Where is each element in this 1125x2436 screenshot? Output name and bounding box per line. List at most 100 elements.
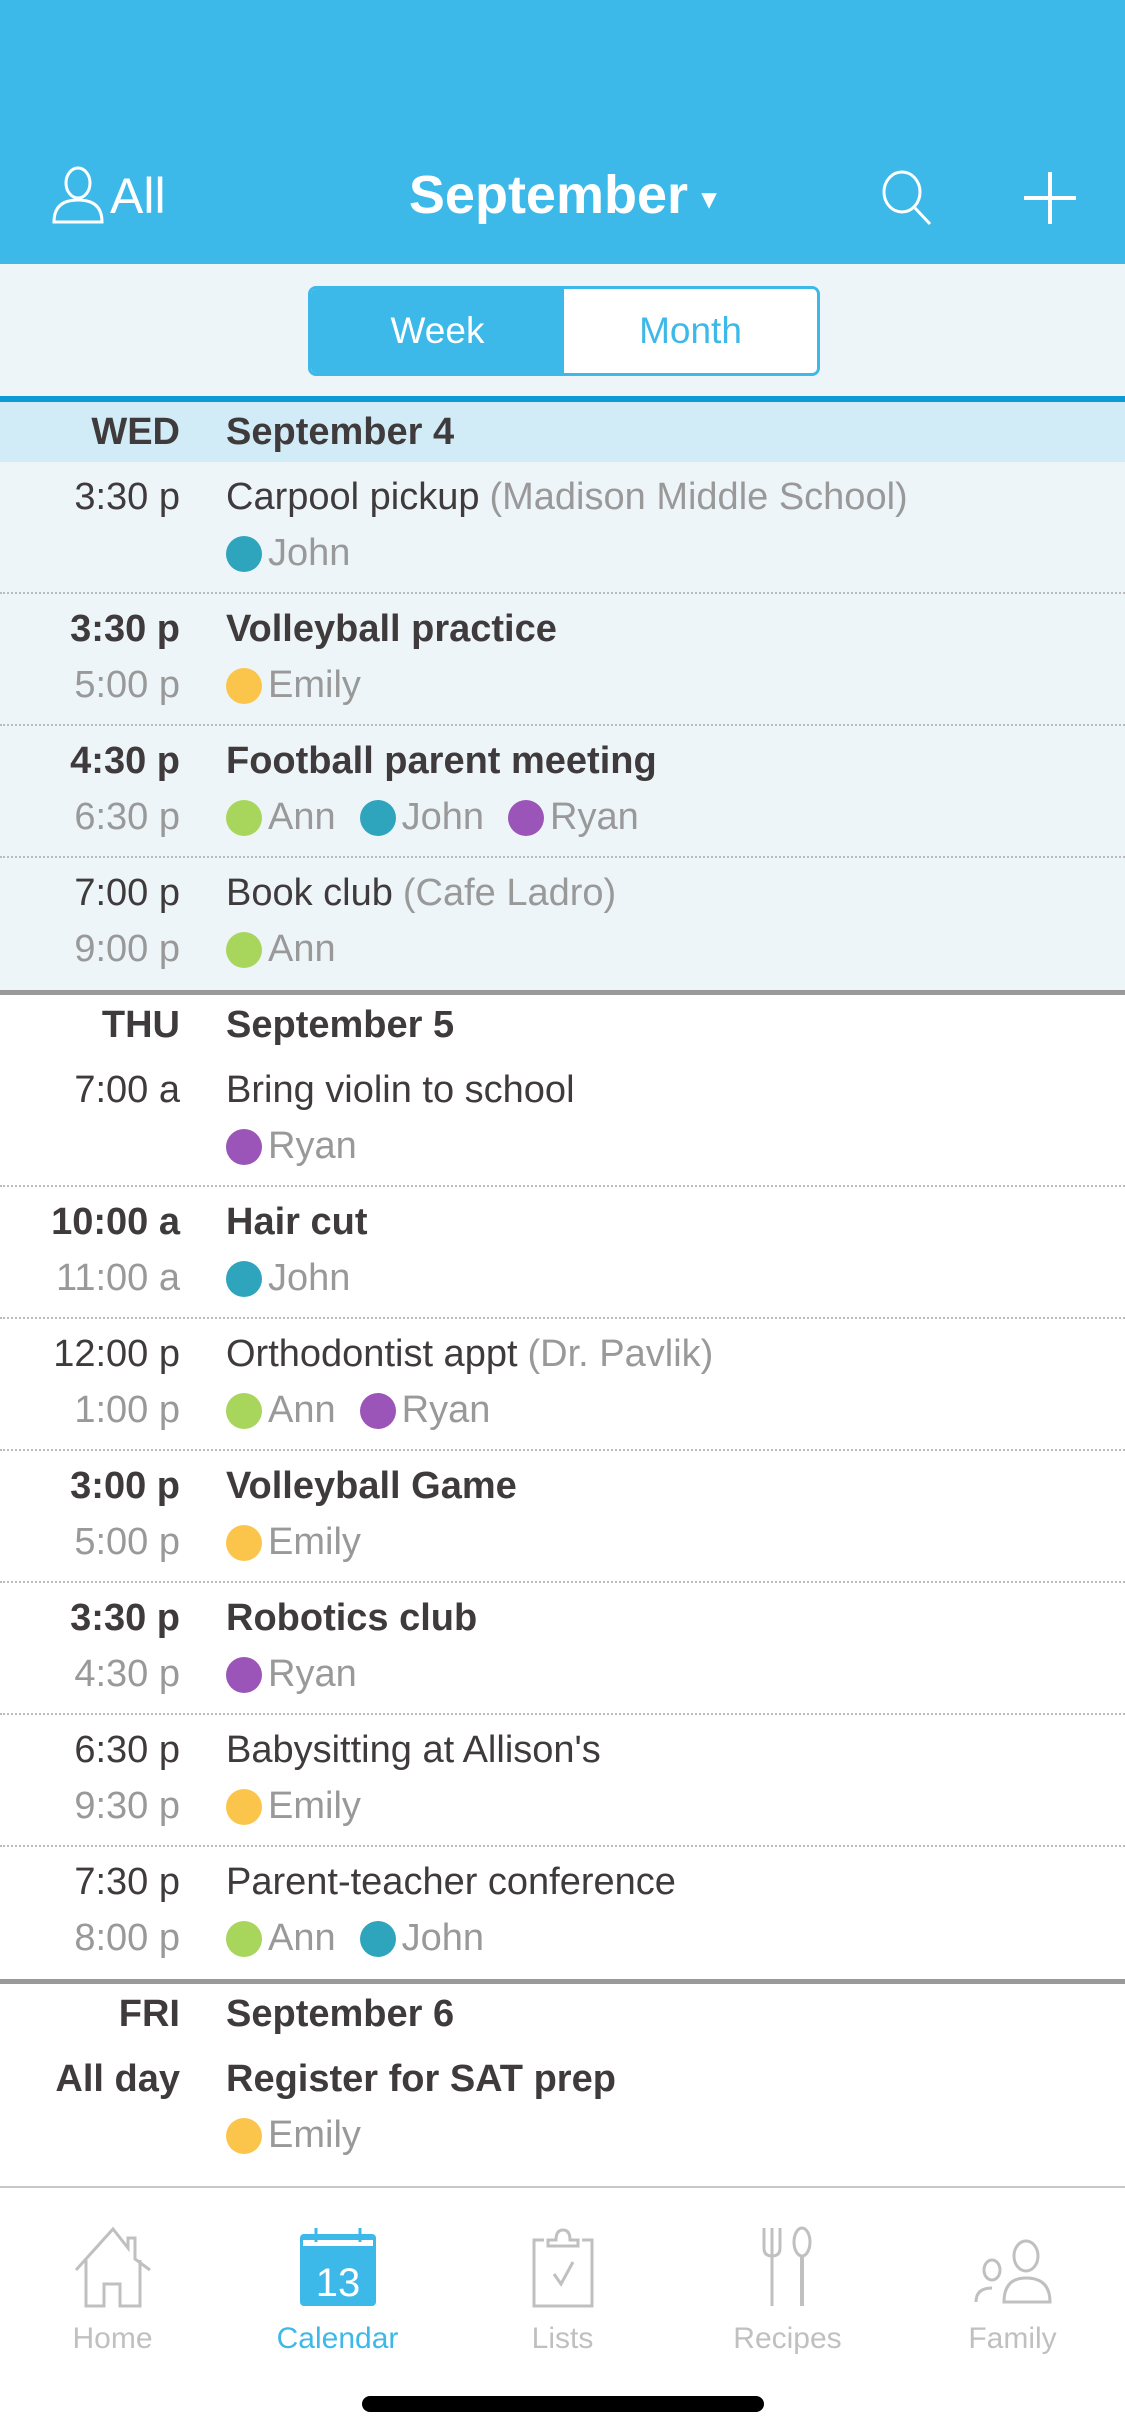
person-tag: Ryan: [226, 1653, 357, 1696]
event-row[interactable]: All day Register for SAT prep Emily: [0, 2044, 1125, 2176]
person-name: Emily: [268, 664, 361, 706]
event-list[interactable]: WED September 4 3:30 p Carpool pickup (Madis…: [0, 402, 1125, 2176]
event-title-text: Bring violin to school: [226, 1069, 575, 1111]
event-people: John: [226, 532, 374, 575]
person-color-dot-icon: [226, 931, 262, 968]
person-color-dot-icon: [226, 1656, 262, 1693]
event-start-time: 10:00 a: [51, 1201, 180, 1243]
search-icon: [882, 170, 932, 226]
event-title: Register for SAT prep: [226, 2058, 616, 2101]
month-selector[interactable]: September ▾: [0, 164, 1125, 226]
event-location: (Madison Middle School): [489, 476, 908, 518]
event-people: Ann John: [226, 1917, 508, 1960]
event-title: Babysitting at Allison's: [226, 1729, 601, 1772]
clipboard-icon: [532, 2228, 593, 2308]
event-location: (Dr. Pavlik): [527, 1333, 714, 1375]
event-row[interactable]: 7:00 a Bring violin to school Ryan: [0, 1055, 1125, 1187]
event-title-text: Orthodontist appt: [226, 1333, 518, 1375]
event-row[interactable]: 4:30 p 6:30 p Football parent meeting Ann Jo…: [0, 726, 1125, 858]
tab-lists-label: Lists: [531, 2322, 594, 2355]
event-title-text: Hair cut: [226, 1201, 368, 1243]
event-people: Ryan: [226, 1653, 381, 1696]
person-color-dot-icon: [226, 799, 262, 836]
person-color-dot-icon: [226, 1128, 262, 1165]
event-title: Volleyball practice: [226, 608, 557, 651]
event-end-time: 9:00 p: [74, 928, 180, 970]
event-people: Emily: [226, 1785, 385, 1828]
event-people: John: [226, 1257, 374, 1300]
event-row[interactable]: 3:30 p 5:00 p Volleyball practice Emily: [0, 594, 1125, 726]
day-section: WED September 4 3:30 p Carpool pickup (Madis…: [0, 402, 1125, 990]
event-row[interactable]: 7:00 p 9:00 p Book club (Cafe Ladro) Ann: [0, 858, 1125, 990]
fork-spoon-icon: [762, 2226, 811, 2306]
day-date: September 6: [226, 1992, 455, 2035]
person-color-dot-icon: [359, 799, 396, 836]
person-tag: Ann: [226, 928, 336, 971]
event-row[interactable]: 3:30 p 4:30 p Robotics club Ryan: [0, 1583, 1125, 1715]
person-tag: Ann: [226, 1917, 336, 1960]
event-title-text: Book club: [226, 872, 393, 914]
home-icon: [74, 2226, 151, 2308]
person-name: John: [268, 532, 351, 574]
event-start-time: 7:00 p: [74, 872, 180, 914]
event-row[interactable]: 7:30 p 8:00 p Parent-teacher conference Ann…: [0, 1847, 1125, 1979]
event-row[interactable]: 3:30 p Carpool pickup (Madison Middle Scho…: [0, 462, 1125, 594]
add-event-button[interactable]: [1022, 170, 1078, 231]
search-button[interactable]: [878, 168, 938, 233]
person-color-dot-icon: [359, 1392, 396, 1429]
person-name: Emily: [268, 2114, 361, 2156]
event-start-time: 3:00 p: [70, 1465, 180, 1507]
event-row[interactable]: 6:30 p 9:30 p Babysitting at Allison's Emil…: [0, 1715, 1125, 1847]
app-header: All September ▾: [0, 0, 1125, 264]
event-people: Ann Ryan: [226, 1389, 514, 1432]
person-name: Emily: [268, 1785, 361, 1827]
tab-recipes-label: Recipes: [733, 2322, 842, 2355]
event-row[interactable]: 3:00 p 5:00 p Volleyball Game Emily: [0, 1451, 1125, 1583]
dropdown-caret-icon: ▾: [702, 183, 717, 215]
person-tag: John: [226, 532, 350, 575]
person-name: John: [401, 1917, 485, 1959]
person-tag: John: [359, 1917, 485, 1960]
person-color-dot-icon: [226, 1260, 262, 1297]
person-name: John: [268, 1257, 351, 1299]
day-date: September 4: [226, 410, 455, 453]
event-end-time: 8:00 p: [74, 1917, 180, 1959]
day-of-week: THU: [101, 1003, 180, 1046]
tab-family[interactable]: Family: [900, 2208, 1125, 2356]
event-end-time: 5:00 p: [74, 1521, 180, 1563]
event-title: Bring violin to school: [226, 1069, 575, 1112]
calendar-badge: 13: [315, 2261, 360, 2305]
event-title-text: Parent-teacher conference: [226, 1861, 676, 1903]
family-icon: [974, 2239, 1052, 2304]
home-indicator[interactable]: [362, 2396, 764, 2412]
person-name: Ryan: [401, 1389, 491, 1431]
event-title-text: Football parent meeting: [226, 740, 657, 782]
event-row[interactable]: 10:00 a 11:00 a Hair cut John: [0, 1187, 1125, 1319]
person-name: Ann: [268, 796, 336, 838]
day-section: THU September 5 7:00 a Bring violin to scho…: [0, 995, 1125, 1979]
event-title: Football parent meeting: [226, 740, 657, 783]
event-start-time: 3:30 p: [70, 608, 180, 650]
event-location: (Cafe Ladro): [402, 872, 617, 914]
event-title: Carpool pickup (Madison Middle School): [226, 476, 908, 519]
person-color-dot-icon: [359, 1920, 396, 1957]
tab-family-label: Family: [968, 2322, 1057, 2355]
day-section: FRI September 6 All day Register for SAT pr…: [0, 1984, 1125, 2176]
month-tab[interactable]: Month: [564, 289, 817, 373]
person-color-dot-icon: [226, 667, 262, 704]
event-row[interactable]: 12:00 p 1:00 p Orthodontist appt (Dr. Pavli…: [0, 1319, 1125, 1451]
view-toggle-area: Week Month: [0, 264, 1125, 396]
person-color-dot-icon: [508, 799, 545, 836]
tab-recipes[interactable]: Recipes: [675, 2208, 900, 2356]
tab-lists[interactable]: Lists: [450, 2208, 675, 2356]
week-tab[interactable]: Week: [311, 289, 564, 373]
event-start-time: 4:30 p: [70, 740, 180, 782]
event-end-time: 9:30 p: [74, 1785, 180, 1827]
tab-calendar[interactable]: 13 Calendar: [225, 2208, 450, 2356]
event-start-time: 12:00 p: [53, 1333, 180, 1375]
tab-home[interactable]: Home: [0, 2208, 225, 2356]
tab-home-label: Home: [72, 2322, 153, 2355]
event-people: Emily: [226, 664, 385, 707]
plus-icon: [1024, 172, 1076, 224]
event-people: Ryan: [226, 1125, 381, 1168]
